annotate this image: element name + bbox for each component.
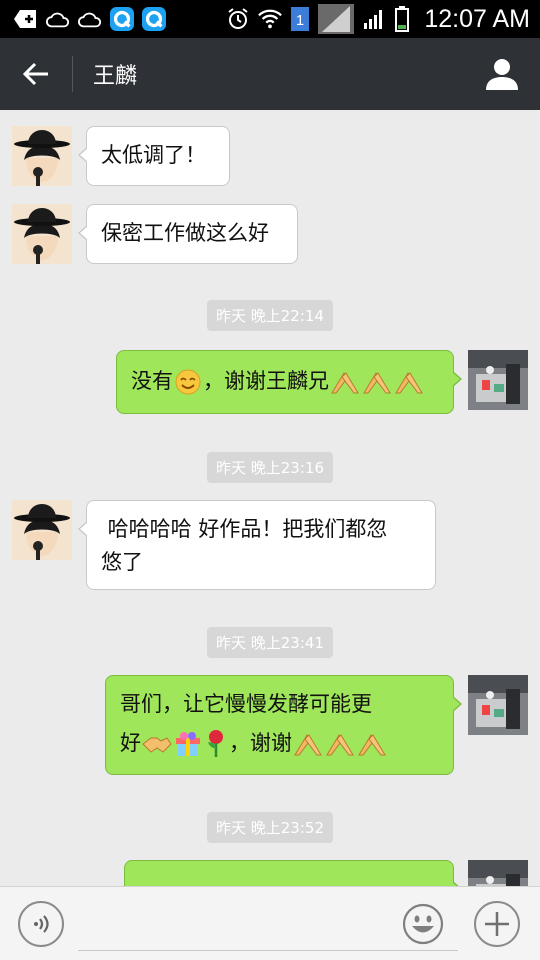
voice-icon [34,915,49,933]
message-text: 太低调了！ [101,143,206,167]
qq-icon [110,7,134,31]
handshake-icon [142,737,172,753]
smile-emoji-icon [175,369,201,395]
folded-hands-icon [358,734,386,756]
message-bubble-self[interactable] [124,860,462,886]
signal-icon [318,4,355,34]
signal-icon [362,7,386,31]
timestamp-label: 昨天 晚上23:41 [207,627,333,658]
folded-hands-icon [363,372,391,394]
folded-hands-icon [326,734,354,756]
message-bubble-self[interactable]: 哥们，让它慢慢发酵可能更 好 ，谢谢 [105,675,462,775]
message-text: ，谢谢 [229,731,292,755]
timestamp-label: 昨天 晚上23:16 [207,452,333,483]
plus-icon [485,912,509,936]
message-bubble[interactable]: 太低调了！ [78,126,230,186]
cloud-icon [46,7,70,31]
rose-icon [208,730,223,757]
more-options-button[interactable] [474,901,520,947]
message-list[interactable]: 太低调了！ 保密工作做这么好 昨天 晚上22:14 没有 ，谢谢王麟兄 昨天 晚上… [0,110,540,886]
chat-header: 王麟 [0,38,540,110]
message-bubble[interactable]: 哈哈哈哈 好作品！把我们都忽 悠了 [78,500,436,590]
chat-title: 王麟 [93,64,138,89]
header-divider [72,56,73,92]
sim-slot-label: 1 [296,12,304,29]
cloud-icon [78,7,102,31]
message-text: 没有 [131,369,173,393]
avatar-self[interactable] [468,350,528,410]
sim-badge-icon: 1 [290,7,310,31]
chat-input-bar [0,886,540,960]
message-bubble[interactable]: 保密工作做这么好 [78,204,298,264]
emoji-face-icon [402,903,444,945]
gift-icon [176,732,200,756]
voice-input-button[interactable] [18,901,64,947]
timestamp-divider: 昨天 晚上22:14 [0,300,540,331]
timestamp-label: 昨天 晚上23:52 [207,812,333,843]
status-time: 12:07 AM [424,4,530,33]
qq-icon [142,7,166,31]
message-text: 好 [120,731,141,755]
arrow-left-icon [22,62,48,86]
emoji-button[interactable] [400,901,446,947]
timestamp-divider: 昨天 晚上23:16 [0,452,540,483]
timestamp-label: 昨天 晚上22:14 [207,300,333,331]
message-text-line: 哈哈哈哈 好作品！把我们都忽 [101,517,388,541]
chat-profile-button[interactable] [478,50,526,98]
avatar-self[interactable] [468,675,528,735]
message-text-line: 悠了 [101,550,143,574]
message-text: 保密工作做这么好 [101,221,269,245]
alarm-icon [226,7,250,31]
folded-hands-icon [395,372,423,394]
message-bubble-self[interactable]: 没有 ，谢谢王麟兄 [116,350,462,414]
avatar-self[interactable] [468,860,528,886]
timestamp-divider: 昨天 晚上23:41 [0,627,540,658]
add-notification-icon [14,7,38,31]
avatar-contact[interactable] [12,500,72,560]
status-bar: 1 12:07 AM [0,0,540,38]
timestamp-divider: 昨天 晚上23:52 [0,812,540,843]
avatar-contact[interactable] [12,204,72,264]
battery-icon [394,6,410,32]
avatar-contact[interactable] [12,126,72,186]
person-icon [486,59,518,90]
message-text: ，谢谢王麟兄 [203,369,329,393]
wechat-chat-screen: 1 12:07 AM 王麟 太低调了！ 保密工作做这么好 昨天 晚上22:14 … [0,0,540,960]
message-text-line: 哥们，让它慢慢发酵可能更 [120,692,372,716]
back-button[interactable] [0,38,72,110]
folded-hands-icon [331,372,359,394]
folded-hands-icon [294,734,322,756]
wifi-icon [258,7,283,31]
